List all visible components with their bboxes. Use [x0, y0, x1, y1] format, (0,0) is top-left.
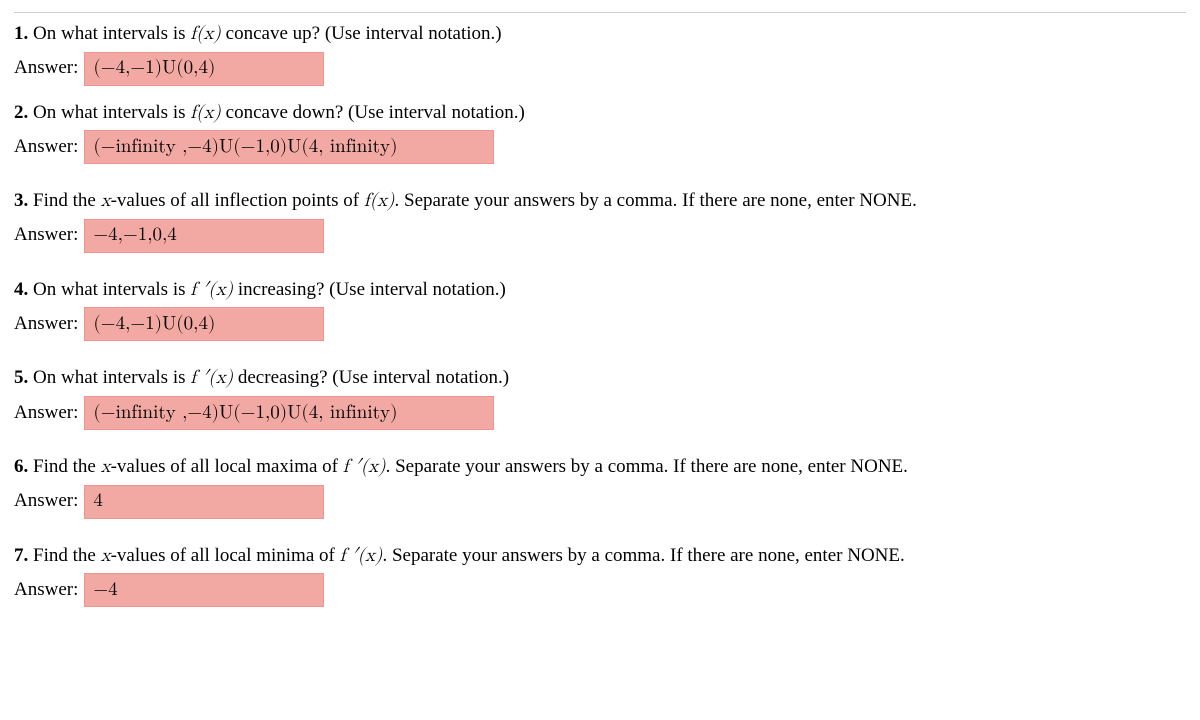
question-5-fn: f ′(x) [190, 368, 233, 387]
question-4-number: 4. [14, 279, 28, 300]
question-4-fn: f ′(x) [190, 280, 233, 299]
answer-2-row: Answer: (−infinity ,−4)U(−1,0)U(4, infin… [14, 130, 1186, 164]
question-3-prefix: Find the [33, 190, 101, 211]
question-4-suffix: increasing? (Use interval notation.) [233, 279, 506, 300]
question-3-suffix: . Separate your answers by a comma. If t… [395, 190, 917, 211]
question-7-prefix: Find the [33, 545, 101, 566]
question-2-fn: f(x) [190, 103, 221, 122]
question-2-suffix: concave down? (Use interval notation.) [221, 102, 525, 123]
answer-4-input[interactable]: (−4,−1)U(0,4) [84, 307, 324, 341]
question-1-number: 1. [14, 23, 28, 44]
question-2: 2. On what intervals is f(x) concave dow… [14, 100, 1186, 127]
question-3: 3. Find the x-values of all inflection p… [14, 188, 1186, 215]
question-3-fn: f(x) [364, 191, 395, 210]
question-5-prefix: On what intervals is [33, 367, 190, 388]
question-3-number: 3. [14, 190, 28, 211]
answer-1-label: Answer: [14, 55, 78, 82]
answer-5-input[interactable]: (−infinity ,−4)U(−1,0)U(4, infinity) [84, 396, 494, 430]
question-7-suffix: . Separate your answers by a comma. If t… [382, 545, 904, 566]
answer-1-input[interactable]: (−4,−1)U(0,4) [84, 52, 324, 86]
question-1-suffix: concave up? (Use interval notation.) [221, 23, 502, 44]
question-6-number: 6. [14, 456, 28, 477]
question-7-mid: -values of all local minima of [111, 545, 340, 566]
question-1-fn: f(x) [190, 24, 221, 43]
question-2-prefix: On what intervals is [33, 102, 190, 123]
question-6-fn: f ′(x) [343, 457, 386, 476]
question-3-var: x [101, 191, 111, 210]
question-2-number: 2. [14, 102, 28, 123]
answer-6-label: Answer: [14, 488, 78, 515]
answer-7-input[interactable]: −4 [84, 573, 324, 607]
question-4-prefix: On what intervals is [33, 279, 190, 300]
question-5-number: 5. [14, 367, 28, 388]
question-4: 4. On what intervals is f ′(x) increasin… [14, 277, 1186, 304]
question-6-suffix: . Separate your answers by a comma. If t… [386, 456, 908, 477]
answer-3-input[interactable]: −4,−1,0,4 [84, 219, 324, 253]
question-6-prefix: Find the [33, 456, 101, 477]
answer-2-input[interactable]: (−infinity ,−4)U(−1,0)U(4, infinity) [84, 130, 494, 164]
answer-4-label: Answer: [14, 311, 78, 338]
answer-1-row: Answer: (−4,−1)U(0,4) [14, 52, 1186, 86]
question-6-mid: -values of all local maxima of [111, 456, 343, 477]
question-1: 1. On what intervals is f(x) concave up?… [14, 21, 1186, 48]
answer-3-label: Answer: [14, 222, 78, 249]
question-7-var: x [101, 546, 111, 565]
answer-5-row: Answer: (−infinity ,−4)U(−1,0)U(4, infin… [14, 396, 1186, 430]
answer-6-row: Answer: 4 [14, 485, 1186, 519]
question-1-prefix: On what intervals is [33, 23, 190, 44]
question-5: 5. On what intervals is f ′(x) decreasin… [14, 365, 1186, 392]
answer-5-label: Answer: [14, 400, 78, 427]
question-7: 7. Find the x-values of all local minima… [14, 543, 1186, 570]
question-3-mid: -values of all inflection points of [111, 190, 364, 211]
question-5-suffix: decreasing? (Use interval notation.) [233, 367, 509, 388]
answer-7-row: Answer: −4 [14, 573, 1186, 607]
question-7-fn: f ′(x) [340, 546, 383, 565]
answer-3-row: Answer: −4,−1,0,4 [14, 219, 1186, 253]
question-6-var: x [101, 457, 111, 476]
answer-4-row: Answer: (−4,−1)U(0,4) [14, 307, 1186, 341]
question-6: 6. Find the x-values of all local maxima… [14, 454, 1186, 481]
answer-6-input[interactable]: 4 [84, 485, 324, 519]
answer-2-label: Answer: [14, 134, 78, 161]
question-7-number: 7. [14, 545, 28, 566]
answer-7-label: Answer: [14, 577, 78, 604]
divider-top [14, 12, 1186, 13]
